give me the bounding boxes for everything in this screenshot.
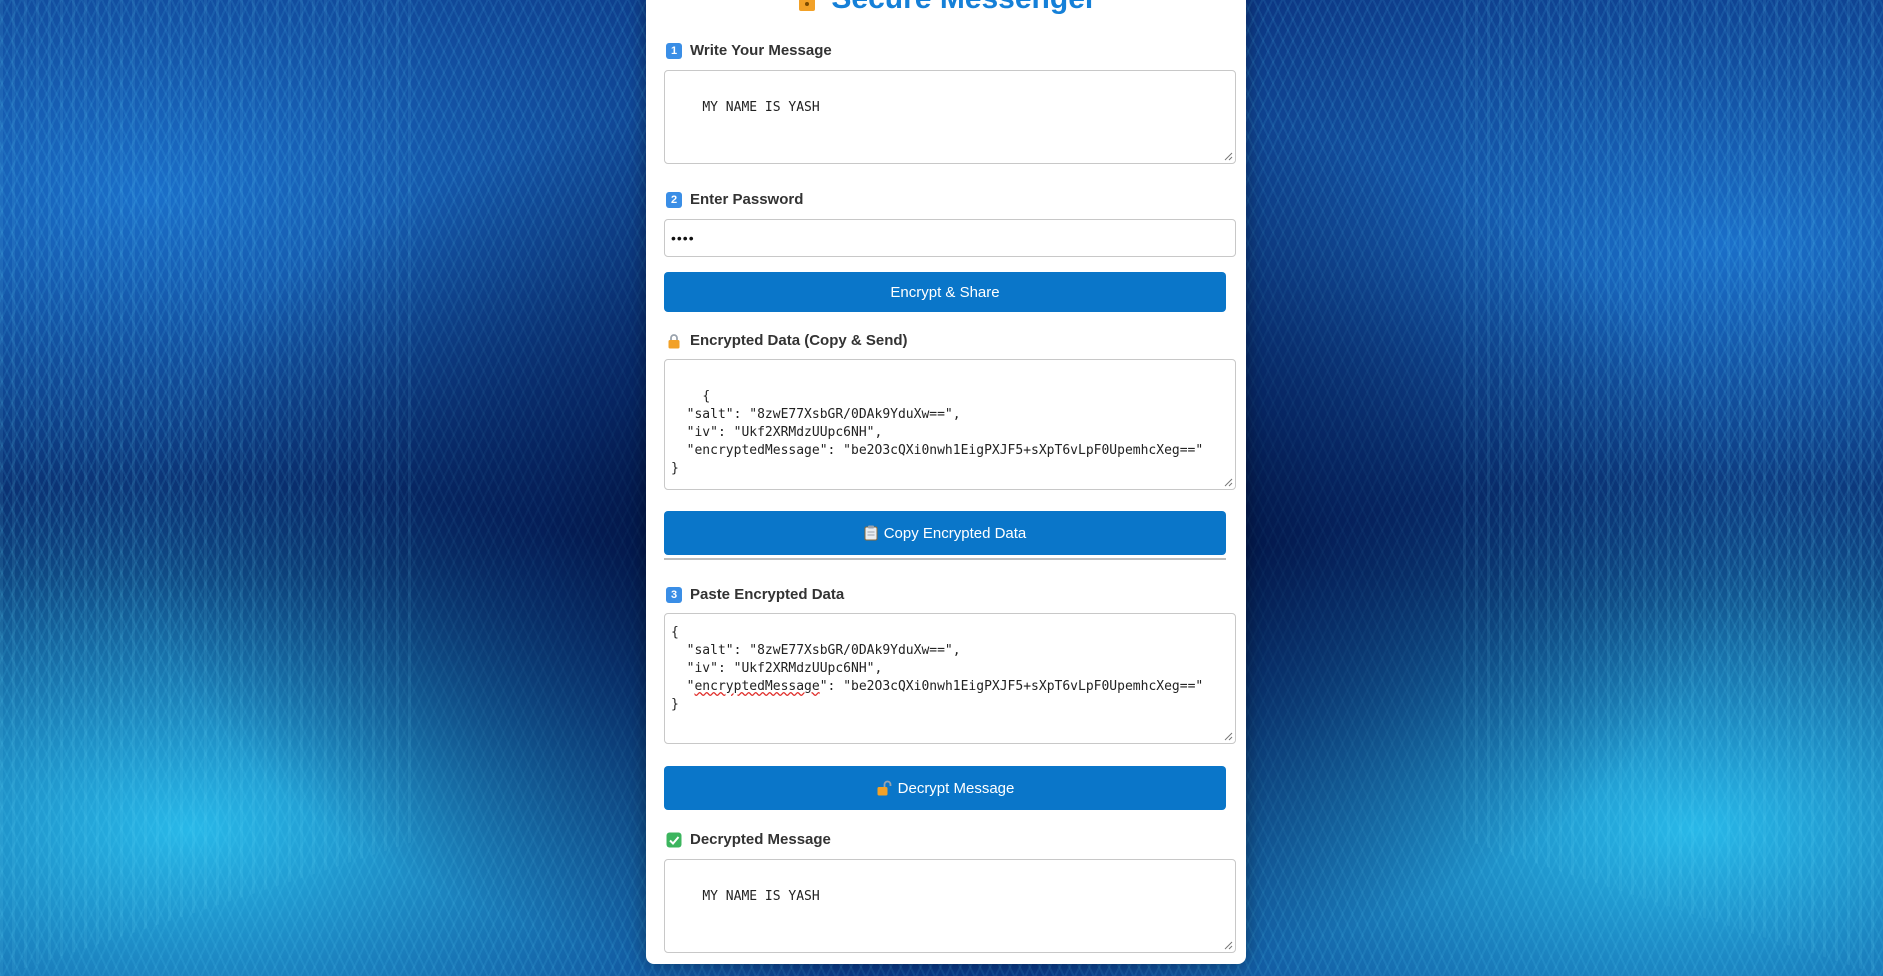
resize-handle-icon[interactable] [1224,732,1233,741]
encrypted-data-textarea[interactable]: { "salt": "8zwE77XsbGR/0DAk9YduXw==", "i… [664,359,1236,490]
password-input[interactable]: •••• [664,219,1236,257]
encrypted-data-label: Encrypted Data (Copy & Send) [666,332,908,349]
lock-icon [668,333,680,348]
paste-line-part: " [671,679,695,694]
decrypt-message-button-label: Decrypt Message [897,779,1015,797]
password-label: 2 Enter Password [666,191,803,208]
message-textarea[interactable]: MY NAME IS YASH [664,70,1236,164]
paste-data-textarea[interactable]: { "salt": "8zwE77XsbGR/0DAk9YduXw==", "i… [664,613,1236,744]
write-message-label: 1 Write Your Message [666,42,832,59]
password-label-text: Enter Password [690,191,804,208]
clipboard-icon [864,525,878,541]
decrypted-message-label: Decrypted Message [666,831,831,848]
paste-data-label-text: Paste Encrypted Data [690,586,845,603]
decrypt-message-button[interactable]: Decrypt Message [664,766,1226,810]
background-light-right [1463,0,1883,976]
paste-line-part: ": "be2O3cQXi0nwh1EigPXJF5+sXpT6vLpF0Upe… [819,679,1204,694]
section-divider [664,558,1226,560]
title-text: Secure Messenger [831,0,1096,15]
background-light-left [0,0,420,976]
encrypt-share-button[interactable]: Encrypt & Share [664,272,1226,312]
message-text: MY NAME IS YASH [702,100,820,115]
check-icon [666,832,682,847]
decrypted-message-label-text: Decrypted Message [690,831,831,848]
page-title: Secure Messenger [646,0,1246,14]
copy-encrypted-button-label: Copy Encrypted Data [883,524,1027,542]
paste-line: } [671,697,679,712]
unlock-icon [877,780,892,796]
paste-line: "iv": "Ukf2XRMdzUUpc6NH", [671,661,883,676]
write-message-label-text: Write Your Message [690,42,832,59]
encrypt-share-button-label: Encrypt & Share [890,283,1000,301]
lock-icon [799,0,816,12]
resize-handle-icon[interactable] [1224,152,1233,161]
paste-line: { [671,625,679,640]
step-2-icon: 2 [666,191,682,208]
step-1-icon: 1 [666,42,682,59]
encrypted-data-label-text: Encrypted Data (Copy & Send) [690,332,908,349]
resize-handle-icon[interactable] [1224,478,1233,487]
spellcheck-word: encryptedMessage [694,679,820,694]
resize-handle-icon[interactable] [1224,941,1233,950]
step-3-icon: 3 [666,586,682,603]
encrypted-data-text: { "salt": "8zwE77XsbGR/0DAk9YduXw==", "i… [671,389,1204,476]
decrypted-message-textarea[interactable]: MY NAME IS YASH [664,859,1236,953]
copy-encrypted-button[interactable]: Copy Encrypted Data [664,511,1226,555]
paste-data-label: 3 Paste Encrypted Data [666,586,844,603]
paste-line: "salt": "8zwE77XsbGR/0DAk9YduXw==", [671,643,961,658]
decrypted-message-text: MY NAME IS YASH [702,889,820,904]
password-value: •••• [671,230,695,246]
messenger-card: Secure Messenger 1 Write Your Message MY… [646,0,1246,964]
paste-line: "encryptedMessage": "be2O3cQXi0nwh1EigPX… [671,678,1229,696]
